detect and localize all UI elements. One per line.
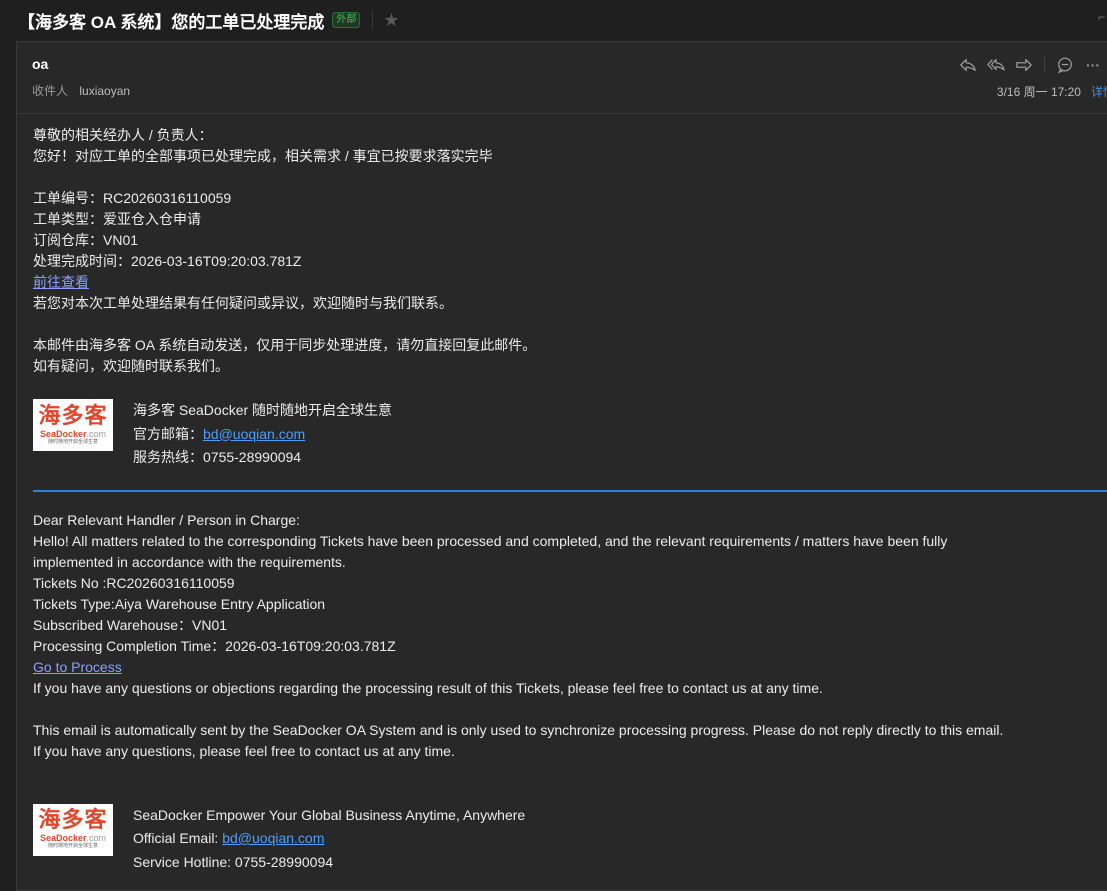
recipient-name[interactable]: luxiaoyan bbox=[79, 84, 130, 98]
comment-icon[interactable] bbox=[1051, 54, 1079, 76]
en-auto-notice: This email is automatically sent by the … bbox=[33, 721, 1004, 738]
en-process-link[interactable]: Go to Process bbox=[33, 659, 122, 675]
reply-icon[interactable] bbox=[954, 54, 982, 76]
cn-signature-text: 海多客 SeaDocker 随时随地开启全球生意 官方邮箱：bd@uoqian.… bbox=[133, 399, 392, 470]
cn-ticket-no: 工单编号：RC20260316110059 bbox=[33, 190, 232, 206]
email-body: 尊敬的相关经办人 / 负责人： 您好！对应工单的全部事项已处理完成，相关需求 /… bbox=[33, 125, 1107, 874]
en-sig-slogan: SeaDocker Empower Your Global Business A… bbox=[133, 806, 526, 823]
star-icon[interactable]: ★ bbox=[383, 10, 399, 31]
reply-all-icon[interactable] bbox=[982, 54, 1010, 76]
en-signature-text: SeaDocker Empower Your Global Business A… bbox=[133, 804, 525, 875]
en-signature: 海多客 SeaDocker.com 随时随地开启全球生意 SeaDocker E… bbox=[33, 803, 1107, 875]
cn-complete-time: 处理完成时间：2026-03-16T09:20:03.781Z bbox=[33, 253, 302, 269]
cn-signature: 海多客 SeaDocker.com 随时随地开启全球生意 海多客 SeaDock… bbox=[33, 399, 1107, 470]
en-sig-email-label: Official Email: bbox=[133, 830, 223, 846]
en-ticket-no: Tickets No :RC20260316110059 bbox=[33, 574, 235, 591]
seadocker-logo-en: 海多客 SeaDocker.com 随时随地开启全球生意 bbox=[33, 803, 113, 856]
cn-sig-slogan: 海多客 SeaDocker 随时随地开启全球生意 bbox=[133, 402, 393, 418]
sent-date: 3/16 周一 17:20 bbox=[996, 85, 1081, 99]
recipient-row: 收件人 luxiaoyan bbox=[32, 82, 130, 99]
cn-intro: 您好！对应工单的全部事项已处理完成，相关需求 / 事宜已按要求落实完毕 bbox=[33, 148, 493, 164]
en-complete-time: Processing Completion Time：2026-03-16T09… bbox=[33, 637, 396, 654]
en-sig-hotline: Service Hotline: 0755-28990094 bbox=[133, 853, 334, 870]
en-intro-2: implemented in accordance with the requi… bbox=[33, 553, 346, 570]
date-row: 3/16 周一 17:20 详情 bbox=[997, 83, 1107, 100]
cn-sig-email-link[interactable]: bd@uoqian.com bbox=[203, 426, 305, 442]
actions-separator bbox=[1044, 57, 1045, 73]
more-icon[interactable]: ··· bbox=[1079, 54, 1107, 76]
subject-bar: 【海多客 OA 系统】您的工单已处理完成 外部 ★ bbox=[0, 0, 1107, 40]
cn-auto-notice: 本邮件由海多客 OA 系统自动发送，仅用于同步处理进度，请勿直接回复此邮件。 bbox=[33, 337, 537, 353]
en-sig-email-link[interactable]: bd@uoqian.com bbox=[222, 830, 324, 846]
en-intro-1: Hello! All matters related to the corres… bbox=[33, 532, 948, 549]
en-greeting: Dear Relevant Handler / Person in Charge… bbox=[33, 511, 300, 528]
cn-warehouse: 订阅仓库：VN01 bbox=[33, 232, 139, 248]
cn-feedback: 若您对本次工单处理结果有任何疑问或异议，欢迎随时与我们联系。 bbox=[33, 295, 453, 311]
en-contact: If you have any questions, please feel f… bbox=[33, 742, 455, 759]
mail-panel: oa 收件人 luxiaoyan ··· 3/16 周一 17:20 详情 尊敬的… bbox=[16, 41, 1107, 891]
external-badge: 外部 bbox=[332, 12, 361, 28]
subject-divider bbox=[372, 11, 374, 29]
seadocker-logo: 海多客 SeaDocker.com 随时随地开启全球生意 bbox=[33, 399, 113, 451]
cn-sig-email-label: 官方邮箱： bbox=[133, 425, 203, 442]
cn-contact: 如有疑问，欢迎随时联系我们。 bbox=[33, 358, 229, 374]
cn-view-link[interactable]: 前往查看 bbox=[33, 274, 89, 290]
cn-sig-hotline: 服务热线：0755-28990094 bbox=[133, 449, 302, 465]
en-warehouse: Subscribed Warehouse：VN01 bbox=[33, 616, 228, 633]
en-ticket-type: Tickets Type:Aiya Warehouse Entry Applic… bbox=[33, 595, 326, 612]
cn-ticket-type: 工单类型：爱亚仓入仓申请 bbox=[33, 211, 201, 227]
recipient-label: 收件人 bbox=[32, 84, 69, 98]
detail-link[interactable]: 详情 bbox=[1091, 85, 1107, 99]
cn-greeting: 尊敬的相关经办人 / 负责人： bbox=[33, 127, 213, 143]
en-feedback: If you have any questions or objections … bbox=[33, 679, 823, 696]
mail-actions: ··· bbox=[954, 54, 1107, 76]
forward-icon[interactable] bbox=[1010, 54, 1038, 76]
sender-name[interactable]: oa bbox=[32, 56, 48, 72]
language-divider bbox=[33, 489, 1107, 492]
header-divider bbox=[17, 113, 1107, 114]
email-subject: 【海多客 OA 系统】您的工单已处理完成 bbox=[18, 12, 325, 32]
window-corner-mark: ⌐ bbox=[1097, 10, 1105, 24]
